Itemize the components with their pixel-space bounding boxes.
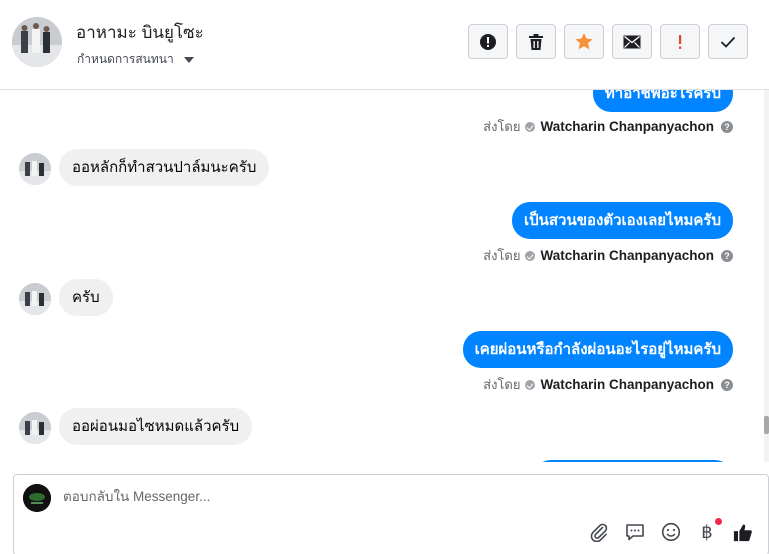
sent-by-label: ส่งโดย xyxy=(483,377,521,392)
mark-done-button[interactable] xyxy=(708,24,748,59)
page-check-icon xyxy=(525,121,536,132)
delete-button[interactable] xyxy=(516,24,556,59)
envelope-icon xyxy=(623,35,641,48)
sent-by-label: ส่งโดย xyxy=(483,119,521,134)
message-incoming: ออผ่อนมอไซหมดแล้วครับ xyxy=(59,408,253,445)
sent-by-line: ส่งโดย Watcharin Chanpanyachon ? xyxy=(483,374,733,395)
conversation-settings-label: กำหนดการสนทนา xyxy=(77,52,174,66)
payment-button[interactable]: ฿ xyxy=(697,518,722,543)
notification-dot xyxy=(715,518,722,525)
help-icon[interactable]: ? xyxy=(721,120,733,133)
composer-actions: ฿ xyxy=(589,518,753,543)
contact-avatar-small[interactable] xyxy=(19,283,51,315)
message-incoming: ออหลักก็ทำสวนปาล์มนะครับ xyxy=(59,149,270,186)
sender-name[interactable]: Watcharin Chanpanyachon xyxy=(540,377,714,392)
scrollbar-thumb[interactable] xyxy=(764,416,769,434)
thumbs-up-icon xyxy=(733,524,752,541)
chat-bubble-icon xyxy=(626,524,644,541)
sent-by-line: ส่งโดย Watcharin Chanpanyachon ? xyxy=(483,116,733,137)
paperclip-icon xyxy=(590,523,608,542)
toolbar xyxy=(468,24,748,59)
conversation-settings-dropdown[interactable]: กำหนดการสนทนา xyxy=(77,50,194,69)
emoji-button[interactable] xyxy=(661,522,681,542)
message-incoming: ครับ xyxy=(59,279,113,316)
attach-button[interactable] xyxy=(589,522,609,542)
sent-by-line: ส่งโดย Watcharin Chanpanyachon ? xyxy=(483,245,733,266)
exclamation-icon xyxy=(679,34,682,49)
sender-name[interactable]: Watcharin Chanpanyachon xyxy=(540,119,714,134)
conversation-header: อาหามะ บินยูโซะ กำหนดการสนทนา xyxy=(0,0,769,90)
page-check-icon xyxy=(525,250,536,261)
contact-avatar[interactable] xyxy=(12,17,62,67)
checkmark-icon xyxy=(720,36,736,48)
smiley-icon xyxy=(661,522,681,542)
scrollbar-track[interactable] xyxy=(764,90,769,462)
trash-icon xyxy=(529,33,543,50)
page-check-icon xyxy=(525,379,536,390)
follow-up-button[interactable] xyxy=(660,24,700,59)
like-button[interactable] xyxy=(733,522,753,542)
sender-name[interactable]: Watcharin Chanpanyachon xyxy=(540,248,714,263)
message-outgoing-partial xyxy=(533,460,733,462)
sent-by-label: ส่งโดย xyxy=(483,248,521,263)
message-outgoing: เคยผ่อนหรือกำลังผ่อนอะไรอยู่ไหมครับ xyxy=(462,331,733,368)
mark-unread-button[interactable] xyxy=(612,24,652,59)
message-list[interactable]: ทำอาชีพอะไรครับ ส่งโดย Watcharin Chanpan… xyxy=(0,90,769,462)
star-button[interactable] xyxy=(564,24,604,59)
baht-icon: ฿ xyxy=(701,521,713,543)
contact-name: อาหามะ บินยูโซะ xyxy=(76,23,204,42)
caret-down-icon xyxy=(183,56,194,63)
reply-input[interactable] xyxy=(63,489,623,504)
message-outgoing: เป็นสวนของตัวเองเลยไหมครับ xyxy=(512,202,733,239)
mark-spam-button[interactable] xyxy=(468,24,508,59)
page-avatar xyxy=(23,484,51,512)
help-icon[interactable]: ? xyxy=(721,249,733,262)
spam-alert-icon xyxy=(480,33,496,50)
star-icon xyxy=(575,33,593,50)
saved-replies-button[interactable] xyxy=(625,522,645,542)
reply-composer: ฿ xyxy=(13,474,769,554)
contact-avatar-small[interactable] xyxy=(19,153,51,185)
contact-avatar-small[interactable] xyxy=(19,412,51,444)
help-icon[interactable]: ? xyxy=(721,378,733,391)
message-outgoing: ทำอาชีพอะไรครับ xyxy=(592,90,733,112)
